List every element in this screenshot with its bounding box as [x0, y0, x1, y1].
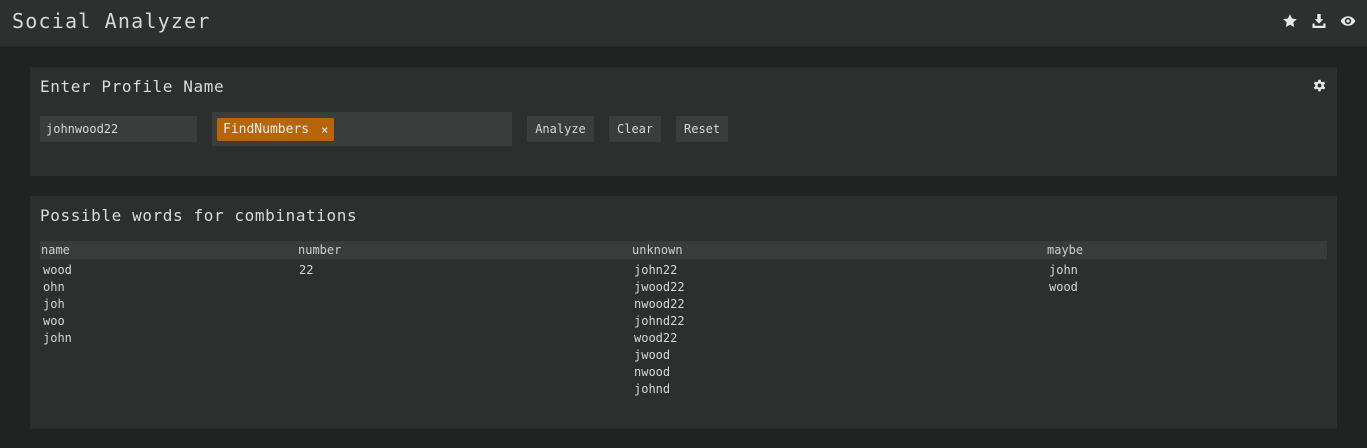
top-bar: Social Analyzer [0, 0, 1367, 47]
column-name-values: wood ohn joh woo john [43, 262, 72, 347]
top-icon-group [1282, 13, 1356, 29]
column-header-number: number [298, 243, 342, 257]
table-cell: wood [1049, 280, 1078, 294]
table-cell: jwood22 [634, 280, 685, 294]
profile-panel-title: Enter Profile Name [40, 77, 225, 96]
tag-remove-button[interactable]: × [321, 123, 328, 137]
star-icon[interactable] [1282, 13, 1298, 29]
options-tag-input[interactable]: FindNumbers × [212, 112, 512, 146]
table-cell: joh [43, 297, 65, 311]
tag-find-numbers: FindNumbers × [217, 118, 335, 141]
words-panel: Possible words for combinations name num… [30, 196, 1337, 429]
column-header-name: name [41, 243, 70, 257]
table-cell: wood [43, 263, 72, 277]
reset-button[interactable]: Reset [676, 116, 728, 142]
table-cell: wood22 [634, 331, 678, 345]
download-icon[interactable] [1311, 13, 1327, 29]
table-cell: woo [43, 314, 65, 328]
app-title: Social Analyzer [12, 9, 211, 33]
table-cell: jwood [634, 348, 671, 362]
eye-icon[interactable] [1340, 13, 1356, 29]
column-number-values: 22 [299, 262, 313, 279]
words-panel-title: Possible words for combinations [40, 206, 358, 225]
profile-name-input[interactable] [40, 116, 197, 142]
table-cell: john [1049, 263, 1078, 277]
words-table-header: name number unknown maybe [40, 241, 1327, 259]
table-cell: 22 [299, 263, 314, 277]
column-maybe-values: john wood [1049, 262, 1078, 296]
analyze-button[interactable]: Analyze [527, 116, 594, 142]
column-header-unknown: unknown [632, 243, 683, 257]
table-cell: john22 [634, 263, 678, 277]
column-header-maybe: maybe [1047, 243, 1084, 257]
table-cell: johnd [634, 382, 671, 396]
profile-panel: Enter Profile Name FindNumbers × Analyze… [30, 67, 1337, 176]
column-unknown-values: john22 jwood22 nwood22 johnd22 wood22 jw… [634, 262, 685, 398]
clear-button[interactable]: Clear [609, 116, 661, 142]
table-cell: john [43, 331, 72, 345]
table-cell: nwood22 [634, 297, 685, 311]
tag-label: FindNumbers [223, 122, 310, 137]
table-cell: johnd22 [634, 314, 685, 328]
table-cell: nwood [634, 365, 671, 379]
gear-icon[interactable] [1312, 78, 1327, 93]
table-cell: ohn [43, 280, 65, 294]
